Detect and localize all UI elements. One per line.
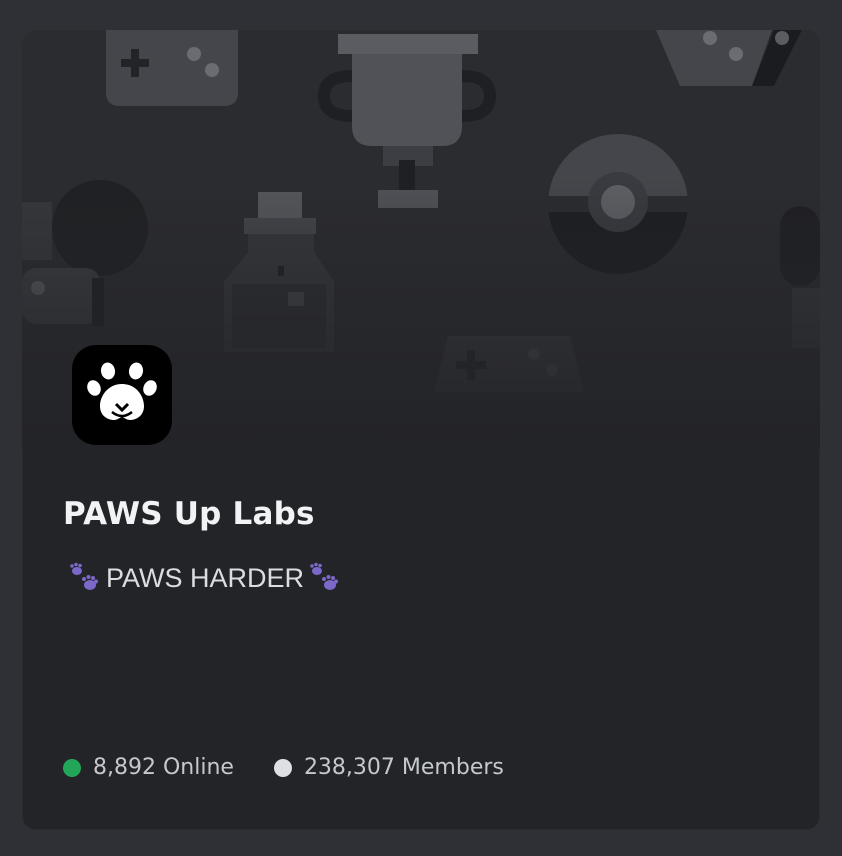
server-icon[interactable] bbox=[72, 345, 172, 445]
server-stats: 8,892 Online 238,307 Members bbox=[63, 755, 504, 780]
paw-prints-emoji-icon bbox=[70, 562, 98, 590]
paw-print-icon bbox=[87, 362, 157, 420]
server-name: PAWS Up Labs bbox=[63, 496, 315, 532]
page: PAWS Up Labs PAWS HARDER 8,892 Online 23… bbox=[0, 0, 842, 856]
server-card[interactable]: PAWS Up Labs PAWS HARDER 8,892 Online 23… bbox=[22, 30, 820, 830]
online-status-dot-icon bbox=[63, 758, 81, 777]
member-count: 238,307 Members bbox=[273, 755, 504, 780]
member-count-label: 238,307 Members bbox=[303, 755, 504, 780]
online-count: 8,892 Online bbox=[63, 755, 234, 780]
paw-prints-emoji-icon bbox=[310, 562, 339, 590]
server-tagline: PAWS HARDER bbox=[106, 562, 305, 593]
members-dot-icon bbox=[273, 758, 292, 777]
online-count-label: 8,892 Online bbox=[93, 755, 234, 780]
server-description: PAWS HARDER bbox=[68, 562, 342, 594]
